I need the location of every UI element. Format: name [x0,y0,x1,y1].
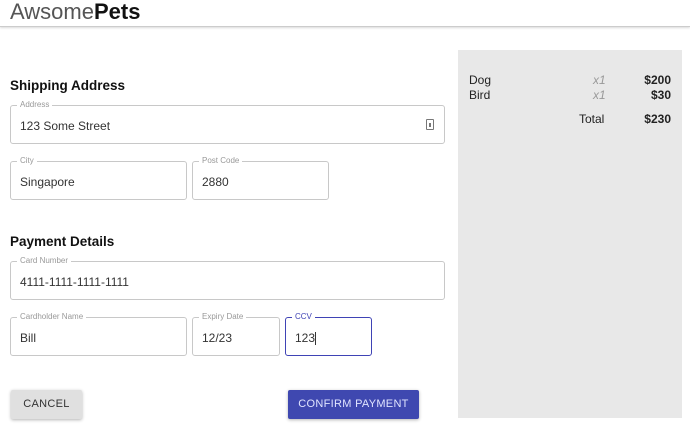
app-header: AwsomePets [0,0,690,27]
logo: AwsomePets [10,0,141,24]
postcode-field[interactable]: Post Code 2880 [192,156,329,200]
contact-card-icon[interactable] [426,119,434,130]
card-value: 4111-1111-1111-1111 [20,275,129,289]
item-qty: x1 [593,73,606,87]
city-field[interactable]: City Singapore [10,156,187,200]
address-label: Address [17,100,53,109]
expiry-label: Expiry Date [199,312,247,321]
summary-item: Dog x1 $200 [469,73,671,88]
total-label: Total [579,112,605,126]
cardholder-name-field[interactable]: Cardholder Name Bill [10,312,187,356]
address-field[interactable]: Address 123 Some Street [10,100,445,144]
summary-total: Total $230 [469,112,671,127]
postcode-value: 2880 [202,175,229,189]
item-price: $200 [644,73,671,87]
name-value: Bill [20,331,37,345]
confirm-payment-button[interactable]: CONFIRM PAYMENT [288,390,419,419]
payment-title: Payment Details [10,234,115,249]
item-qty: x1 [593,88,606,102]
total-value: $230 [644,112,671,126]
ccv-field[interactable]: CCV 123 [285,312,372,356]
cancel-button[interactable]: CANCEL [11,390,82,419]
shipping-title: Shipping Address [10,78,126,93]
ccv-value-wrap: 123 [295,331,317,346]
ccv-label: CCV [292,312,315,321]
postcode-label: Post Code [199,156,243,165]
ccv-value: 123 [295,331,316,345]
summary-item: Bird x1 $30 [469,88,671,103]
name-label: Cardholder Name [17,312,87,321]
item-price: $30 [650,88,671,102]
city-value: Singapore [20,175,75,189]
card-number-field[interactable]: Card Number 4111-1111-1111-1111 [10,256,445,300]
item-name: Bird [469,88,491,102]
address-value: 123 Some Street [20,119,111,133]
order-summary: Dog x1 $200 Bird x1 $30 Total $230 [458,50,682,418]
expiry-date-field[interactable]: Expiry Date 12/23 [192,312,280,356]
city-label: City [17,156,37,165]
item-name: Dog [469,73,492,87]
card-label: Card Number [17,256,72,265]
expiry-value: 12/23 [202,331,233,345]
text-cursor [315,332,317,346]
